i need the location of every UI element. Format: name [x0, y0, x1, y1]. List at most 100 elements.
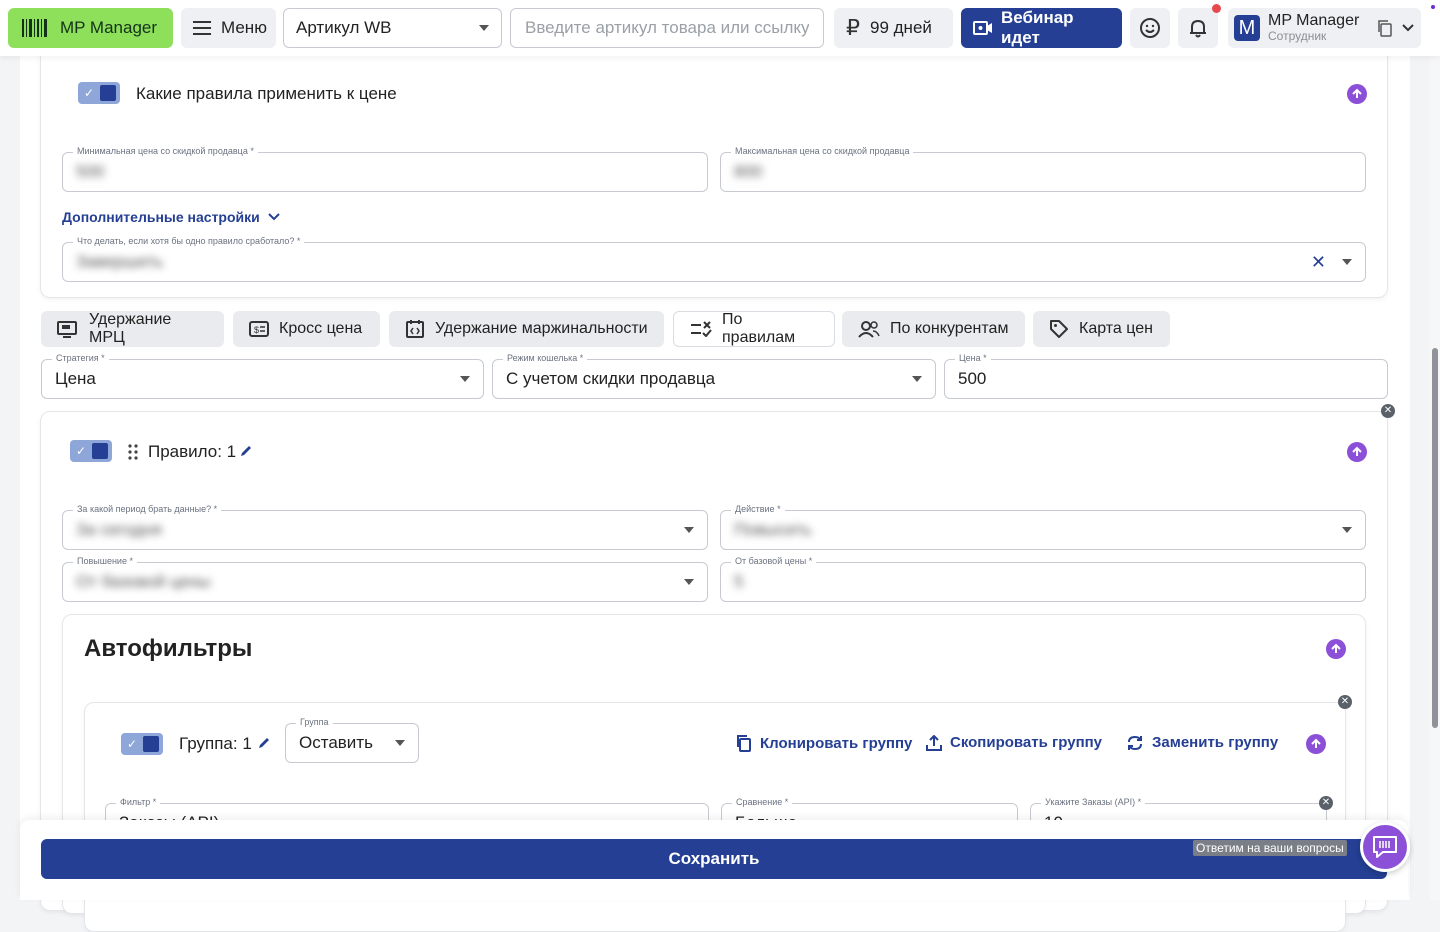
edit-pencil-icon[interactable]	[257, 736, 271, 750]
group-mode-select[interactable]: Группа Оставить	[285, 716, 419, 763]
chip-by-rules[interactable]: По правилам	[673, 311, 835, 347]
wallet-mode-select[interactable]: Режим кошелька * С учетом скидки продавц…	[492, 352, 936, 399]
article-type-select[interactable]: Артикул WB	[283, 8, 502, 48]
extra-settings-link[interactable]: Дополнительные настройки	[62, 209, 280, 225]
remove-group-icon[interactable]: ✕	[1338, 695, 1352, 709]
group-mode-value: Оставить	[299, 733, 373, 752]
group-title: Группа: 1	[179, 734, 252, 753]
webinar-button[interactable]: Вебинар идет	[961, 8, 1122, 48]
clone-group-label: Клонировать группу	[760, 734, 913, 752]
max-price-field[interactable]: Максимальная цена со скидкой продавца 80…	[720, 145, 1366, 192]
rules-list-icon	[690, 321, 712, 337]
menu-button[interactable]: Меню	[181, 8, 276, 48]
group-toggle[interactable]: ✓	[121, 733, 163, 755]
users-icon	[858, 320, 880, 338]
wallet-mode-value: С учетом скидки продавца	[506, 369, 716, 388]
from-base-input[interactable]: От базовой цены * 5	[720, 555, 1366, 602]
chip-price-map[interactable]: Карта цен	[1033, 311, 1170, 347]
subscription-days-button[interactable]: ₽ 99 дней	[834, 8, 953, 48]
if-triggered-value: Завершить	[76, 252, 164, 271]
check-icon: ✓	[126, 737, 138, 751]
scrollbar-thumb[interactable]	[1432, 348, 1438, 728]
price-label: Цена *	[955, 352, 991, 364]
notifications-button[interactable]	[1178, 8, 1218, 48]
toggle-knob	[143, 736, 159, 752]
feedback-button[interactable]	[1130, 8, 1170, 48]
price-input[interactable]: Цена * 500	[944, 352, 1388, 399]
search-field[interactable]	[510, 8, 824, 48]
chat-button[interactable]	[1360, 822, 1410, 872]
strategy-value: Цена	[55, 369, 96, 388]
collapse-up-icon[interactable]	[1326, 639, 1346, 659]
barcode-logo-icon	[20, 16, 50, 40]
raise-value: От базовой цены	[76, 572, 211, 591]
price-rules-card: ✓ Какие правила применить к цене Минимал…	[40, 46, 1388, 298]
if-triggered-label: Что делать, если хотя бы одно правило ср…	[73, 235, 305, 247]
compare-label: Сравнение *	[732, 796, 793, 808]
chip-label: Удержание маржинальности	[435, 320, 648, 337]
save-button[interactable]: Сохранить	[41, 839, 1387, 879]
tag-icon	[1049, 319, 1069, 339]
main-content: ✓ Какие правила применить к цене Минимал…	[20, 46, 1410, 932]
calendar-code-icon	[405, 319, 425, 339]
collapse-up-icon[interactable]	[1306, 734, 1326, 754]
from-base-value: 5	[734, 572, 744, 591]
price-value: 500	[958, 369, 987, 388]
chip-margin-hold[interactable]: Удержание маржинальности	[389, 311, 664, 347]
chevron-down-icon	[479, 25, 489, 31]
period-label: За какой период брать данные? *	[73, 503, 222, 515]
chip-cross-price[interactable]: $ Кросс цена	[233, 311, 380, 347]
rule-toggle[interactable]: ✓	[70, 440, 112, 462]
copy-icon[interactable]	[1377, 19, 1393, 37]
menu-label: Меню	[221, 18, 267, 37]
period-select[interactable]: За какой период брать данные? * За сегод…	[62, 503, 708, 550]
drag-handle-icon[interactable]	[128, 444, 138, 460]
remove-filter-icon[interactable]: ✕	[1319, 796, 1333, 810]
rules-toggle[interactable]: ✓	[78, 82, 120, 104]
max-price-label: Максимальная цена со скидкой продавца	[731, 145, 914, 157]
subscription-days-label: 99 дней	[870, 18, 932, 37]
copy-group-button[interactable]: Скопировать группу	[926, 734, 1102, 751]
clear-icon[interactable]: ✕	[1311, 252, 1326, 273]
toggle-knob	[92, 443, 108, 459]
collapse-up-icon[interactable]	[1347, 442, 1367, 462]
chip-label: Кросс цена	[279, 320, 363, 337]
replace-group-label: Заменить группу	[1152, 734, 1279, 751]
raise-select[interactable]: Повышение * От базовой цены	[62, 555, 708, 602]
svg-text:$: $	[254, 325, 259, 335]
chip-label: Удержание МРЦ	[89, 311, 172, 346]
action-value: Повысить	[734, 520, 812, 539]
chip-label: По правилам	[722, 311, 796, 346]
rules-card-title: Какие правила применить к цене	[136, 84, 397, 103]
copy-group-label: Скопировать группу	[950, 734, 1103, 751]
chip-by-competitors[interactable]: По конкурентам	[842, 311, 1025, 347]
period-value: За сегодня	[76, 520, 162, 539]
min-price-field[interactable]: Минимальная цена со скидкой продавца * 5…	[62, 145, 708, 192]
monitor-icon	[57, 320, 79, 338]
remove-rule-icon[interactable]: ✕	[1381, 404, 1395, 418]
clone-group-button[interactable]: Клонировать группу	[736, 734, 912, 752]
wallet-mode-label: Режим кошелька *	[503, 352, 588, 364]
chip-label: Карта цен	[1079, 320, 1153, 337]
chip-label: По конкурентам	[890, 320, 1009, 337]
collapse-up-icon[interactable]	[1347, 84, 1367, 104]
chevron-down-icon	[912, 376, 922, 382]
ruble-icon: ₽	[846, 15, 860, 40]
chip-mrp-hold[interactable]: Удержание МРЦ	[41, 311, 224, 347]
chevron-down-icon	[684, 579, 694, 585]
user-name: MP Manager	[1268, 12, 1360, 29]
replace-group-button[interactable]: Заменить группу	[1126, 734, 1278, 751]
user-menu[interactable]: M MP Manager Сотрудник	[1228, 8, 1421, 48]
chevron-down-icon[interactable]	[1342, 259, 1352, 265]
action-select[interactable]: Действие * Повысить	[720, 503, 1366, 550]
if-triggered-select[interactable]: Что делать, если хотя бы одно правило ср…	[62, 235, 1366, 282]
group-mode-label: Группа	[296, 716, 333, 728]
avatar: M	[1234, 15, 1260, 41]
chevron-down-icon[interactable]	[1401, 23, 1415, 33]
strategy-select[interactable]: Стратегия * Цена	[41, 352, 484, 399]
logo-button[interactable]: MP Manager	[8, 8, 173, 48]
search-input[interactable]	[525, 18, 809, 38]
chevron-down-icon	[460, 376, 470, 382]
edit-pencil-icon[interactable]	[239, 444, 253, 458]
check-icon: ✓	[83, 86, 95, 100]
